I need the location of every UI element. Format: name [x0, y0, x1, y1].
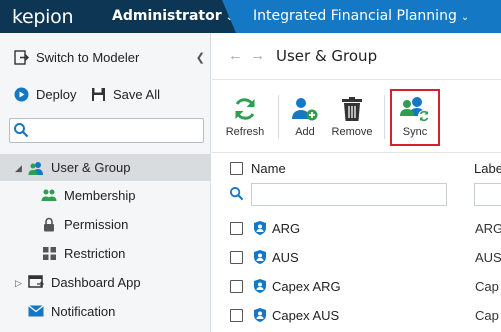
tree-item-notification[interactable]: Notification [0, 298, 211, 324]
tree-item-label: User & Group [51, 160, 131, 175]
row-name: AUS [272, 250, 299, 265]
table-row[interactable]: Capex AUS Cap [212, 301, 501, 330]
lock-icon [40, 215, 58, 233]
select-all-checkbox[interactable] [230, 162, 243, 175]
back-arrow-icon[interactable]: ← [228, 47, 243, 64]
user-shield-icon [254, 279, 266, 296]
row-checkbox[interactable] [230, 309, 243, 322]
row-label: Cap [475, 279, 499, 294]
add-button[interactable]: Add [290, 81, 320, 153]
search-icon [13, 122, 29, 141]
refresh-label: Refresh [225, 126, 265, 138]
tree-item-label: Notification [51, 303, 116, 319]
refresh-button[interactable]: Refresh [224, 81, 266, 153]
toolbar-divider [278, 95, 279, 139]
sync-highlight-box [390, 89, 440, 146]
tree-item-dashboard-app[interactable]: ▷ Dashboard App [0, 269, 211, 295]
user-shield-icon [254, 250, 266, 267]
switch-icon [12, 48, 30, 66]
save-icon [89, 85, 107, 103]
toolbar-divider [384, 95, 385, 139]
row-checkbox[interactable] [230, 222, 243, 235]
envelope-icon [27, 302, 45, 320]
label-filter-input[interactable] [474, 183, 501, 206]
save-all-label: Save All [113, 86, 160, 102]
row-label: ARG [475, 221, 501, 236]
user-shield-icon [254, 308, 266, 325]
tree-item-membership[interactable]: Membership [0, 182, 211, 208]
add-user-icon [292, 95, 318, 123]
tree-item-label: Permission [64, 216, 129, 232]
tree-item-label: Dashboard App [51, 274, 141, 290]
kepion-logo: kepion [12, 6, 74, 28]
refresh-icon [232, 95, 258, 123]
app-label: Integrated Financial Planning [253, 8, 457, 24]
row-name: ARG [272, 221, 301, 236]
page-title: User & Group [276, 47, 378, 65]
trash-icon [342, 95, 362, 123]
role-dropdown[interactable]: Administrator ⌄ [112, 8, 234, 24]
expanded-arrow-icon[interactable]: ◢ [15, 163, 22, 174]
membership-icon [40, 186, 58, 204]
collapse-sidebar-icon[interactable]: ❮ [196, 51, 205, 64]
row-label: AUS [475, 250, 501, 265]
forward-arrow-icon[interactable]: → [250, 47, 265, 64]
column-header-label[interactable]: Labe [474, 161, 501, 176]
save-all-button[interactable]: Save All [89, 81, 169, 107]
deploy-button[interactable]: Deploy [0, 81, 80, 107]
table-row[interactable]: AUS AUS [212, 243, 501, 272]
table-row[interactable]: Capex ARG Cap [212, 272, 501, 301]
remove-button[interactable]: Remove [330, 81, 374, 153]
deploy-icon [12, 85, 30, 103]
grid-header: Name Labe [212, 153, 501, 183]
row-checkbox[interactable] [230, 280, 243, 293]
tree-item-user-group[interactable]: ◢ User & Group [0, 154, 211, 181]
row-name: Capex AUS [272, 308, 340, 323]
filter-search-icon [229, 186, 244, 204]
tree-item-permission[interactable]: Permission [0, 211, 211, 237]
chevron-down-icon: ⌄ [460, 12, 470, 23]
user-shield-icon [254, 221, 266, 238]
remove-label: Remove [331, 126, 373, 138]
collapsed-arrow-icon[interactable]: ▷ [15, 278, 22, 289]
name-filter-input[interactable] [251, 183, 447, 206]
users-icon [27, 159, 45, 177]
restriction-icon [40, 244, 58, 262]
column-header-name[interactable]: Name [251, 161, 286, 176]
app-tab-notch [222, 0, 236, 33]
row-checkbox[interactable] [230, 251, 243, 264]
role-label: Administrator [112, 8, 222, 24]
deploy-label: Deploy [36, 86, 77, 102]
sidebar: Switch to Modeler ❮ Deploy Save All ◢ Us… [0, 33, 211, 332]
switch-to-modeler-button[interactable]: Switch to Modeler ❮ [0, 44, 211, 70]
dashboard-icon [27, 273, 45, 291]
app-dropdown[interactable]: Integrated Financial Planning ⌄ [236, 0, 501, 33]
sidebar-search-input[interactable] [9, 118, 204, 143]
row-name: Capex ARG [272, 279, 341, 294]
top-bar: kepion Administrator ⌄ Integrated Financi… [0, 0, 501, 33]
add-label: Add [295, 126, 315, 138]
table-row[interactable]: ARG ARG [212, 214, 501, 243]
tree-item-label: Restriction [64, 245, 126, 261]
breadcrumb: ← → User & Group [212, 33, 501, 80]
tree-item-label: Membership [64, 187, 136, 203]
switch-label: Switch to Modeler [36, 49, 140, 65]
toolbar: Refresh Add Remove Sync [212, 81, 501, 153]
row-label: Cap [475, 308, 499, 323]
tree-item-restriction[interactable]: Restriction [0, 240, 211, 266]
